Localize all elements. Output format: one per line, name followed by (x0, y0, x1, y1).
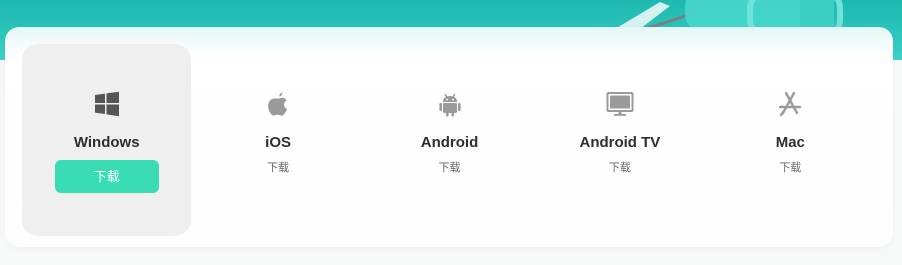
platform-tile-windows[interactable]: Windows 下载 (22, 44, 192, 236)
apple-icon (264, 90, 292, 118)
download-link-ios[interactable]: 下载 (267, 161, 289, 175)
download-button-windows[interactable]: 下载 (54, 160, 159, 193)
windows-icon (93, 90, 121, 118)
download-link-android[interactable]: 下载 (439, 161, 461, 175)
tv-icon (606, 90, 634, 118)
download-link-mac[interactable]: 下载 (779, 161, 801, 175)
platform-name-ios: iOS (265, 134, 292, 151)
app-store-icon (776, 90, 804, 118)
platform-name-android-tv: Android TV (579, 134, 661, 151)
platform-tile-ios[interactable]: iOS 下载 (192, 44, 363, 236)
platform-tile-android-tv[interactable]: Android TV 下载 (535, 44, 704, 236)
android-icon (436, 90, 464, 118)
platform-list: Windows 下载 iOS 下载 Android 下载 Android TV … (22, 44, 876, 236)
platform-name-android: Android (420, 134, 479, 151)
platform-tile-mac[interactable]: Mac 下载 (706, 44, 875, 236)
download-link-android-tv[interactable]: 下载 (609, 161, 631, 175)
platform-name-mac: Mac (775, 134, 805, 151)
platform-tile-android[interactable]: Android 下载 (365, 44, 534, 236)
platform-name-windows: Windows (73, 134, 140, 151)
